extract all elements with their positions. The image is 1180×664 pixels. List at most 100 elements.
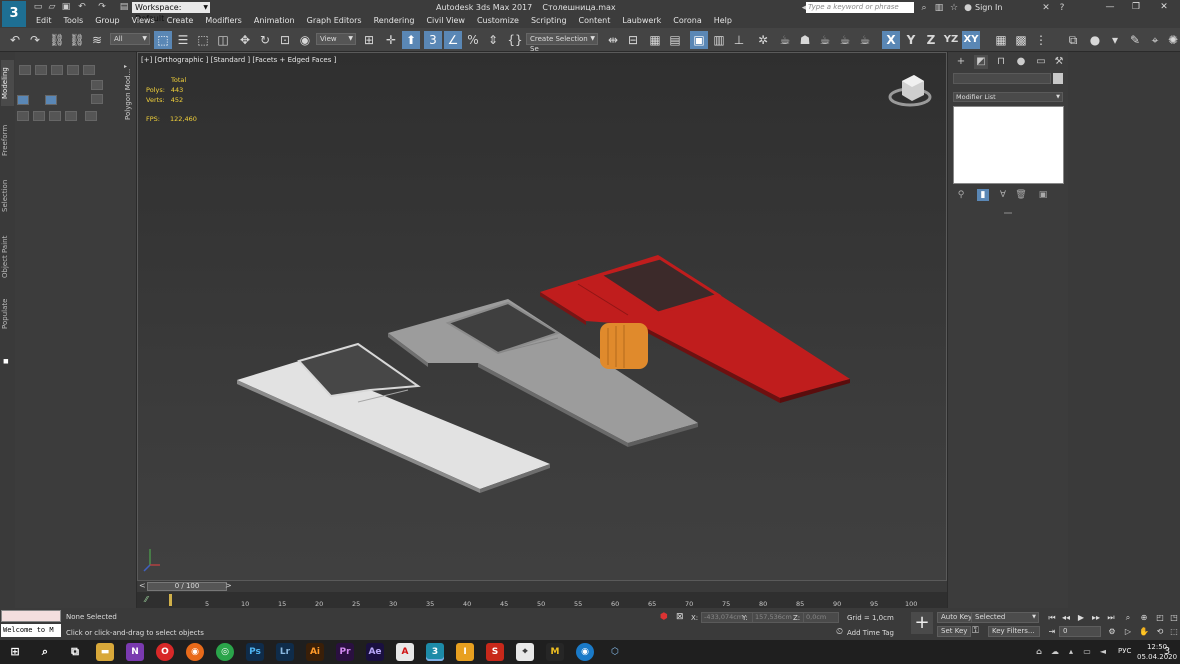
percent-snap-icon[interactable]: %	[464, 31, 482, 49]
pin-icon[interactable]: ▪	[1, 354, 14, 368]
star-icon[interactable]: ☆	[948, 3, 960, 13]
redo-icon[interactable]: ↷	[26, 31, 44, 49]
bind-spacewarp-icon[interactable]: ≋	[88, 31, 106, 49]
axis-yz-button[interactable]: YZ	[942, 31, 960, 49]
next-frame-icon[interactable]: ▸▸	[1090, 612, 1102, 623]
axis-y-button[interactable]: Y	[902, 31, 920, 49]
tab-freeform[interactable]: Freeform	[1, 122, 14, 158]
workspace-dropdown[interactable]: Workspace: Default ▼	[132, 2, 210, 23]
ignore-backfacing-icon[interactable]	[45, 95, 57, 105]
firefox-icon[interactable]: ◉	[186, 643, 204, 661]
go-to-start-icon[interactable]: ⏮	[1046, 612, 1058, 623]
new-file-icon[interactable]: ▭	[32, 2, 44, 12]
shirt-icon[interactable]: ▾	[1106, 31, 1124, 49]
object-name-field[interactable]	[953, 73, 1051, 84]
menu-rendering[interactable]: Rendering	[368, 15, 421, 27]
selection-filter-dropdown[interactable]: All ▼	[110, 33, 150, 45]
layer-explorer-icon[interactable]: ▤	[666, 31, 684, 49]
edge-mode-icon[interactable]	[35, 65, 47, 75]
scene-explorer-icon[interactable]: ▦	[646, 31, 664, 49]
spinner-snap-icon[interactable]: ⇕	[484, 31, 502, 49]
rendered-frame-icon[interactable]: ☗	[796, 31, 814, 49]
close-window-icon[interactable]: ✕	[1154, 1, 1174, 13]
zoom-icon[interactable]: ⌕	[1122, 612, 1134, 623]
border-mode-icon[interactable]	[51, 65, 63, 75]
pin-stack-icon[interactable]: ⚲	[955, 189, 967, 201]
tab-populate[interactable]: Populate	[1, 296, 14, 332]
modifier-icon[interactable]	[91, 80, 103, 90]
current-frame-field[interactable]: 0	[1059, 626, 1101, 637]
3ds-max-taskbar-icon[interactable]: 3	[426, 643, 444, 661]
show-end-result-icon[interactable]: ▮	[977, 189, 989, 201]
reference-coord-dropdown[interactable]: View ▼	[316, 33, 356, 45]
menu-civil-view[interactable]: Civil View	[420, 15, 471, 27]
menu-animation[interactable]: Animation	[248, 15, 301, 27]
acrobat-icon[interactable]: A	[396, 643, 414, 661]
menu-create[interactable]: Create	[161, 15, 200, 27]
render-online-icon[interactable]: ☕	[856, 31, 874, 49]
ribbon-toggle-icon[interactable]: ▣	[690, 31, 708, 49]
pivot-center-icon[interactable]: ⊞	[360, 31, 378, 49]
notifications-icon[interactable]: 3	[1159, 644, 1175, 660]
help-icon[interactable]: ?	[1056, 3, 1068, 13]
axis-xy-button[interactable]: XY	[962, 31, 980, 49]
after-effects-icon[interactable]: Ae	[366, 643, 384, 661]
tab-modeling[interactable]: Modeling	[1, 60, 14, 106]
element-mode-icon[interactable]	[83, 65, 95, 75]
time-config-icon[interactable]: ⚙	[1106, 626, 1118, 637]
curve-editor-toggle-icon[interactable]: ⁄⁄	[145, 595, 148, 604]
maxscript-listener-output[interactable]: Welcome to M	[1, 624, 61, 637]
array-icon[interactable]: ▦	[992, 31, 1010, 49]
unlink-icon[interactable]: ⛓	[68, 31, 86, 49]
snaps-toggle-icon[interactable]: 3	[424, 31, 442, 49]
curve-editor-icon[interactable]: ▥	[710, 31, 728, 49]
app-logo-icon[interactable]: 3	[2, 1, 26, 27]
zoom-extents-icon[interactable]: ◰	[1154, 612, 1166, 623]
prev-frame-button[interactable]: <	[139, 581, 146, 590]
orange-box-mesh[interactable]	[600, 323, 648, 369]
lightroom-icon[interactable]: Lr	[276, 643, 294, 661]
photoshop-icon[interactable]: Ps	[246, 643, 264, 661]
edit-named-sets-icon[interactable]: {}	[506, 31, 524, 49]
object-color-swatch[interactable]	[1053, 73, 1063, 84]
undo-icon[interactable]: ↶	[6, 31, 24, 49]
menu-graph-editors[interactable]: Graph Editors	[301, 15, 368, 27]
select-manipulate-icon[interactable]: ✛	[382, 31, 400, 49]
tray-volume-icon[interactable]: ◄	[1094, 643, 1112, 661]
grow-icon[interactable]	[17, 111, 29, 121]
utilities-tab-icon[interactable]: ⚒	[1052, 55, 1066, 69]
minimize-icon[interactable]: —	[1100, 1, 1120, 13]
premiere-icon[interactable]: Pr	[336, 643, 354, 661]
hair-icon[interactable]: ✎	[1126, 31, 1144, 49]
add-key-button[interactable]: +	[911, 612, 933, 634]
instagram-tool-icon[interactable]: I	[456, 643, 474, 661]
select-by-name-icon[interactable]: ☰	[174, 31, 192, 49]
menu-modifiers[interactable]: Modifiers	[199, 15, 248, 27]
windows-start-icon[interactable]: ⊞	[6, 643, 24, 661]
menu-corona[interactable]: Corona	[667, 15, 707, 27]
polygon-mode-icon[interactable]	[67, 65, 79, 75]
clone-align-icon[interactable]: ⧉	[1064, 31, 1082, 49]
restore-icon[interactable]: ❐	[1126, 1, 1146, 13]
maximize-viewport-icon[interactable]: ⬚	[1168, 626, 1180, 637]
ring-icon[interactable]	[49, 111, 61, 121]
menu-laubwerk[interactable]: Laubwerk	[616, 15, 667, 27]
settings-icon[interactable]	[85, 111, 97, 121]
zoom-all-icon[interactable]: ⊕	[1138, 612, 1150, 623]
make-unique-icon[interactable]: ∀	[997, 189, 1009, 201]
time-tag-icon[interactable]: ⏲	[836, 627, 843, 637]
key-mode-icon[interactable]: ⇥	[1046, 626, 1058, 637]
window-crossing-icon[interactable]: ◫	[214, 31, 232, 49]
tab-object-paint[interactable]: Object Paint	[1, 234, 14, 280]
axis-x-button[interactable]: X	[882, 31, 900, 49]
illustrator-icon[interactable]: Ai	[306, 643, 324, 661]
isolate-icon[interactable]: ⬢	[660, 612, 668, 622]
field-of-view-icon[interactable]: ▷	[1122, 626, 1134, 637]
keyboard-shortcut-override-icon[interactable]: ⬆	[402, 31, 420, 49]
material-editor-icon[interactable]: ✲	[754, 31, 772, 49]
menu-help[interactable]: Help	[708, 15, 738, 27]
angle-snap-icon[interactable]: ∠	[444, 31, 462, 49]
redo-icon[interactable]: ↷	[96, 2, 108, 12]
tab-selection[interactable]: Selection	[1, 178, 14, 214]
sphere-icon[interactable]: ●	[1086, 31, 1104, 49]
